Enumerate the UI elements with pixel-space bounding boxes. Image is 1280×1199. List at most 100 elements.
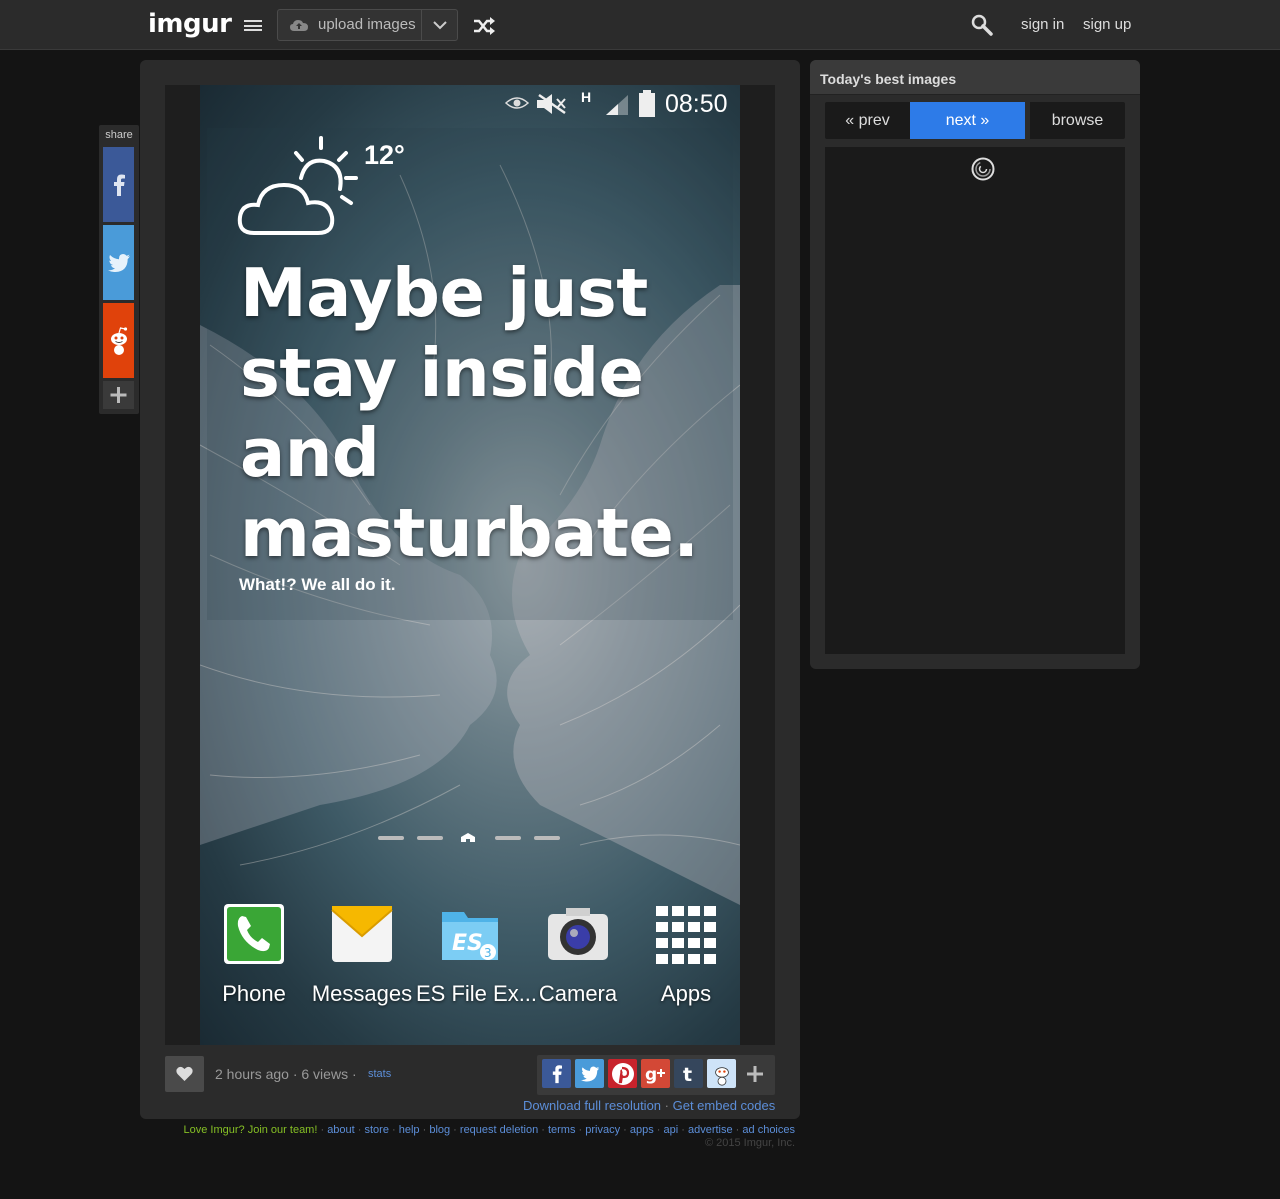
share-pinterest-button[interactable] <box>608 1059 637 1088</box>
app-label: ES File Ex... <box>416 981 538 1006</box>
footer-link-help[interactable]: help <box>399 1124 420 1136</box>
download-links: Download full resolution · Get embed cod… <box>523 1098 775 1113</box>
share-twitter-button[interactable] <box>575 1059 604 1088</box>
app-label: Camera <box>538 981 618 1006</box>
tumblr-icon: t <box>683 1064 692 1084</box>
phone-icon <box>224 904 284 964</box>
app-label: Phone <box>222 981 286 1006</box>
app-camera[interactable]: Camera <box>524 897 632 1007</box>
app-es-file-explorer[interactable]: ES 3 ES File Ex... <box>416 897 538 1007</box>
app-label: Apps <box>660 981 712 1006</box>
share-more-button[interactable] <box>103 381 134 409</box>
footer-links: Love Imgur? Join our team! · about · sto… <box>183 1124 796 1136</box>
app-messages[interactable]: Messages <box>308 897 416 1007</box>
footer-link-api[interactable]: api <box>664 1124 679 1136</box>
svg-text:t: t <box>683 1064 692 1084</box>
panel-title: Today's best images <box>820 71 957 87</box>
footer-link-blog[interactable]: blog <box>429 1124 450 1136</box>
upload-divider <box>421 10 422 40</box>
stats-link[interactable]: stats <box>368 1068 391 1080</box>
footer-link-advertise[interactable]: advertise <box>688 1124 733 1136</box>
svg-text:g: g <box>645 1065 657 1084</box>
plus-icon <box>110 387 127 403</box>
footer-link-request-deletion[interactable]: request deletion <box>460 1124 538 1136</box>
cloud-upload-icon <box>290 20 308 31</box>
twitter-icon <box>580 1066 599 1081</box>
browse-button[interactable]: browse <box>1030 102 1125 139</box>
share-facebook-button[interactable] <box>103 147 134 222</box>
footer-link-ad-choices[interactable]: ad choices <box>742 1124 795 1136</box>
homescreen-page-indicator <box>378 833 560 842</box>
meme-quote-text: Maybe just stay inside and masturbate. <box>240 254 699 572</box>
top-navbar: imgur upload images sign in sign up <box>0 0 1280 50</box>
thumbnail-area <box>825 147 1125 654</box>
reddit-alien-icon <box>110 326 127 355</box>
footer-link-privacy[interactable]: privacy <box>585 1124 620 1136</box>
upload-images-button[interactable]: upload images <box>277 9 458 41</box>
shuffle-icon[interactable] <box>472 16 496 36</box>
prev-button[interactable]: « prev <box>825 102 910 139</box>
upload-label: upload images <box>318 16 416 33</box>
sign-up-link[interactable]: sign up <box>1083 16 1131 33</box>
app-dock: Phone Messages ES 3 ES File Ex... Camera… <box>200 897 740 1007</box>
panel-header: Today's best images <box>810 60 1140 95</box>
app-phone[interactable]: Phone <box>200 897 308 1007</box>
share-reddit-button[interactable] <box>103 303 134 378</box>
share-tumblr-button[interactable]: t <box>674 1059 703 1088</box>
favorite-button[interactable] <box>165 1056 204 1092</box>
phone-clock: 08:50 <box>665 90 728 118</box>
google-plus-icon: g <box>645 1065 665 1084</box>
plus-icon <box>746 1065 763 1082</box>
get-embed-codes-link[interactable]: Get embed codes <box>673 1098 776 1113</box>
share-sidebar: share <box>99 125 139 414</box>
pinterest-icon <box>611 1062 634 1085</box>
join-team-link[interactable]: Love Imgur? Join our team! <box>184 1124 318 1136</box>
best-images-panel: Today's best images « prev next » browse <box>810 60 1140 669</box>
share-reddit-button[interactable] <box>707 1059 736 1088</box>
logo-text: imgur <box>148 9 232 39</box>
battery-icon <box>639 90 655 117</box>
share-facebook-button[interactable] <box>542 1059 571 1088</box>
share-twitter-button[interactable] <box>103 225 134 300</box>
share-googleplus-button[interactable]: g <box>641 1059 670 1088</box>
separator: · <box>664 1098 673 1113</box>
post-image[interactable]: H 08:50 12° Maybe just stay inside and m… <box>200 85 740 1045</box>
footer-link-store[interactable]: store <box>365 1124 389 1136</box>
download-full-resolution-link[interactable]: Download full resolution <box>523 1098 661 1113</box>
chevron-down-icon[interactable] <box>431 18 449 32</box>
weather-temperature: 12° <box>364 140 405 170</box>
share-buttons-bar: g t <box>537 1055 775 1095</box>
eye-icon <box>505 97 529 109</box>
image-container: H 08:50 12° Maybe just stay inside and m… <box>165 85 775 1045</box>
next-button[interactable]: next » <box>910 102 1025 139</box>
reddit-alien-icon <box>714 1066 729 1086</box>
search-icon[interactable] <box>970 13 994 37</box>
es-file-explorer-icon: ES 3 <box>442 912 498 960</box>
camera-icon <box>548 908 608 960</box>
footer-link-about[interactable]: about <box>327 1124 355 1136</box>
share-more-button[interactable] <box>740 1059 769 1088</box>
signal-icon <box>606 95 628 115</box>
post-time-views: 2 hours ago · 6 views · <box>215 1066 357 1082</box>
apps-grid-icon <box>656 906 716 964</box>
meme-subtitle-text: What!? We all do it. <box>239 575 396 594</box>
sign-in-link[interactable]: sign in <box>1021 16 1064 33</box>
mute-icon <box>537 93 566 115</box>
phone-status-bar: H 08:50 <box>200 85 740 125</box>
footer-link-apps[interactable]: apps <box>630 1124 654 1136</box>
app-apps-drawer[interactable]: Apps <box>632 897 740 1007</box>
imgur-logo[interactable]: imgur <box>148 9 232 39</box>
facebook-icon <box>552 1064 562 1083</box>
partly-cloudy-icon <box>237 136 358 235</box>
svg-text:ES: ES <box>452 931 483 956</box>
facebook-icon <box>113 174 125 196</box>
menu-icon[interactable] <box>244 20 262 31</box>
share-label: share <box>105 129 133 141</box>
network-type-label: H <box>581 89 592 105</box>
app-label: Messages <box>311 981 413 1006</box>
twitter-icon <box>107 253 130 272</box>
copyright-text: © 2015 Imgur, Inc. <box>704 1137 795 1149</box>
footer-link-terms[interactable]: terms <box>548 1124 576 1136</box>
messages-icon <box>331 906 393 962</box>
heart-icon <box>176 1066 193 1081</box>
